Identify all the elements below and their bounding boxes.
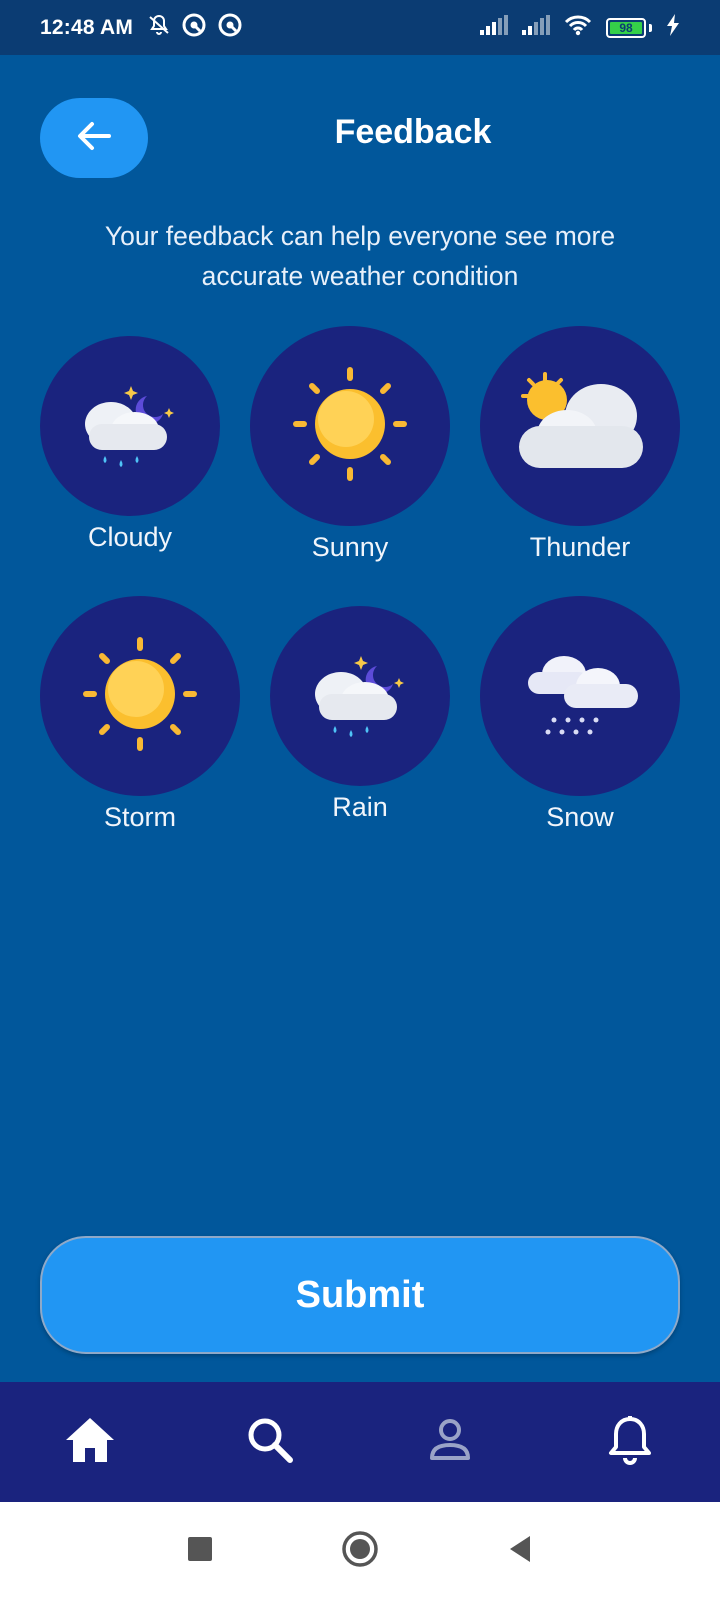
nav-home[interactable]: [50, 1402, 130, 1482]
submit-button[interactable]: Submit: [40, 1236, 680, 1354]
weather-option-rain[interactable]: Rain: [270, 606, 450, 823]
search-icon: [246, 1416, 294, 1469]
status-bar: 12:48 AM 98: [0, 0, 720, 55]
back-triangle-icon: [506, 1534, 534, 1569]
battery-icon: 98: [606, 17, 652, 38]
sun-icon: [80, 634, 200, 759]
status-time: 12:48 AM: [40, 15, 134, 39]
weather-option-storm[interactable]: Storm: [40, 596, 240, 833]
profile-icon: [428, 1418, 472, 1467]
notifications-off-icon: [147, 13, 171, 42]
home-icon: [64, 1416, 116, 1469]
weather-label: Snow: [546, 802, 614, 832]
cloud-moon-rain-icon: [305, 644, 415, 749]
recents-icon: [187, 1536, 213, 1567]
vpn-icon: [181, 12, 207, 43]
cloud-moon-rain-icon: [75, 374, 185, 479]
weather-option-sunny[interactable]: Sunny: [250, 326, 450, 563]
battery-level: 98: [610, 21, 642, 34]
feedback-description: Your feedback can help everyone see more…: [104, 221, 616, 291]
weather-label: Cloudy: [87, 522, 173, 552]
sun-icon: [290, 364, 410, 489]
bottom-navigation: [0, 1382, 720, 1502]
weather-option-cloudy[interactable]: Cloudy: [40, 336, 220, 553]
nav-search[interactable]: [230, 1402, 310, 1482]
charging-icon: [666, 14, 680, 41]
weather-label: Storm: [103, 802, 176, 832]
nav-profile[interactable]: [410, 1402, 490, 1482]
nav-notifications[interactable]: [590, 1402, 670, 1482]
weather-label: Rain: [332, 792, 388, 822]
bell-icon: [608, 1415, 652, 1470]
weather-label: Thunder: [529, 532, 631, 562]
back-system-button[interactable]: [495, 1526, 545, 1576]
weather-label: Sunny: [311, 532, 389, 562]
signal-icon: [480, 15, 508, 40]
weather-option-snow[interactable]: Snow: [480, 596, 680, 833]
recents-button[interactable]: [175, 1526, 225, 1576]
wifi-icon: [564, 14, 592, 41]
vpn-icon: [217, 12, 243, 43]
weather-option-thunder[interactable]: Thunder: [480, 326, 680, 563]
system-navigation-bar: [0, 1502, 720, 1600]
cloud-snow-icon: [520, 644, 640, 749]
sun-behind-cloud-icon: [515, 364, 645, 489]
home-system-button[interactable]: [335, 1526, 385, 1576]
page-title: Feedback: [334, 113, 492, 151]
signal-icon: [522, 15, 550, 40]
home-circle-icon: [340, 1529, 380, 1574]
